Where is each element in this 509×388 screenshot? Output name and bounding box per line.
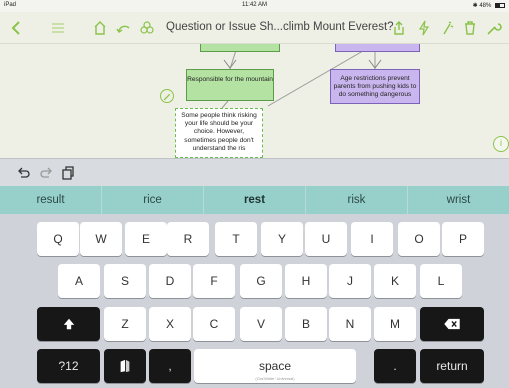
space-label: space	[258, 359, 292, 373]
node-editing[interactable]: Some people think risking your life shou…	[175, 108, 263, 158]
key-y[interactable]: Y	[261, 222, 303, 256]
parent-node-green[interactable]	[200, 44, 280, 52]
redo-icon[interactable]	[38, 165, 54, 181]
key-v[interactable]: V	[240, 307, 282, 341]
key-a[interactable]: A	[58, 264, 100, 298]
key-l[interactable]: L	[420, 264, 462, 298]
info-icon[interactable]: i	[493, 136, 509, 152]
suggestion-result[interactable]: result	[0, 186, 102, 214]
keyboard-mode-icon	[120, 359, 130, 373]
key-e[interactable]: E	[125, 222, 167, 256]
suggestion-risk[interactable]: risk	[306, 186, 408, 214]
share-icon[interactable]	[389, 18, 409, 38]
key-q[interactable]: Q	[37, 222, 79, 256]
space-key[interactable]: space (Gra'Writer' Universal)	[194, 349, 356, 383]
biohazard-icon[interactable]	[137, 18, 157, 38]
key-s[interactable]: S	[104, 264, 146, 298]
diagram-canvas[interactable]: Responsible for the mountain Age restric…	[0, 44, 509, 158]
edit-pencil-icon[interactable]	[160, 89, 174, 103]
key-k[interactable]: K	[374, 264, 416, 298]
keyboard-controls	[0, 158, 509, 186]
battery-indicator: ✱ 48%	[473, 2, 505, 9]
key-p[interactable]: P	[442, 222, 484, 256]
shift-key[interactable]	[37, 307, 100, 341]
lightning-icon[interactable]	[414, 18, 434, 38]
key-b[interactable]: B	[285, 307, 327, 341]
comma-key[interactable]: ,	[149, 349, 191, 383]
battery-icon	[495, 2, 505, 8]
node-age-restrictions[interactable]: Age restrictions prevent parents from pu…	[330, 69, 420, 104]
trash-icon[interactable]	[460, 18, 480, 38]
keyboard: Q W E R T Y U I O P A S D F G H J K L Z …	[0, 214, 509, 388]
undo-arc-icon[interactable]	[114, 18, 134, 38]
home-icon[interactable]	[90, 18, 110, 38]
key-u[interactable]: U	[305, 222, 347, 256]
key-i[interactable]: I	[351, 222, 393, 256]
parent-node-purple[interactable]	[335, 44, 420, 52]
key-c[interactable]: C	[193, 307, 235, 341]
return-key[interactable]: return	[420, 349, 484, 383]
key-d[interactable]: D	[149, 264, 191, 298]
toolbar: Question or Issue Sh...climb Mount Evere…	[0, 12, 509, 44]
suggestion-wrist[interactable]: wrist	[408, 186, 509, 214]
wrench-icon[interactable]	[484, 18, 504, 38]
status-bar: iPad 11:42 AM ✱ 48%	[0, 0, 509, 12]
battery-level: 48%	[479, 3, 492, 9]
key-w[interactable]: W	[80, 222, 122, 256]
period-key[interactable]: .	[374, 349, 416, 383]
page-title: Question or Issue Sh...climb Mount Evere…	[166, 21, 394, 33]
key-m[interactable]: M	[374, 307, 416, 341]
back-chevron-icon[interactable]	[6, 18, 26, 38]
space-sublabel: (Gra'Writer' Universal)	[255, 376, 295, 381]
key-o[interactable]: O	[398, 222, 440, 256]
key-f[interactable]: F	[193, 264, 235, 298]
key-t[interactable]: T	[215, 222, 257, 256]
key-n[interactable]: N	[329, 307, 371, 341]
paste-icon[interactable]	[60, 165, 76, 181]
backspace-icon	[444, 318, 460, 330]
key-h[interactable]: H	[285, 264, 327, 298]
numbers-key[interactable]: ?12	[37, 349, 100, 383]
list-icon[interactable]	[48, 18, 68, 38]
key-g[interactable]: G	[240, 264, 282, 298]
shift-arrow-icon	[63, 318, 74, 330]
key-x[interactable]: X	[149, 307, 191, 341]
delete-key[interactable]	[420, 307, 484, 341]
status-time: 11:42 AM	[242, 2, 267, 8]
bluetooth-icon: ✱	[472, 3, 478, 9]
suggestion-bar: result rice rest risk wrist	[0, 186, 509, 214]
node-responsible[interactable]: Responsible for the mountain	[186, 69, 274, 101]
stylus-mode-key[interactable]	[104, 349, 146, 383]
suggestion-rice[interactable]: rice	[102, 186, 204, 214]
key-r[interactable]: R	[167, 222, 209, 256]
undo-icon[interactable]	[16, 165, 32, 181]
key-z[interactable]: Z	[104, 307, 146, 341]
key-j[interactable]: J	[329, 264, 371, 298]
suggestion-rest[interactable]: rest	[204, 186, 306, 214]
wand-icon[interactable]	[437, 18, 457, 38]
